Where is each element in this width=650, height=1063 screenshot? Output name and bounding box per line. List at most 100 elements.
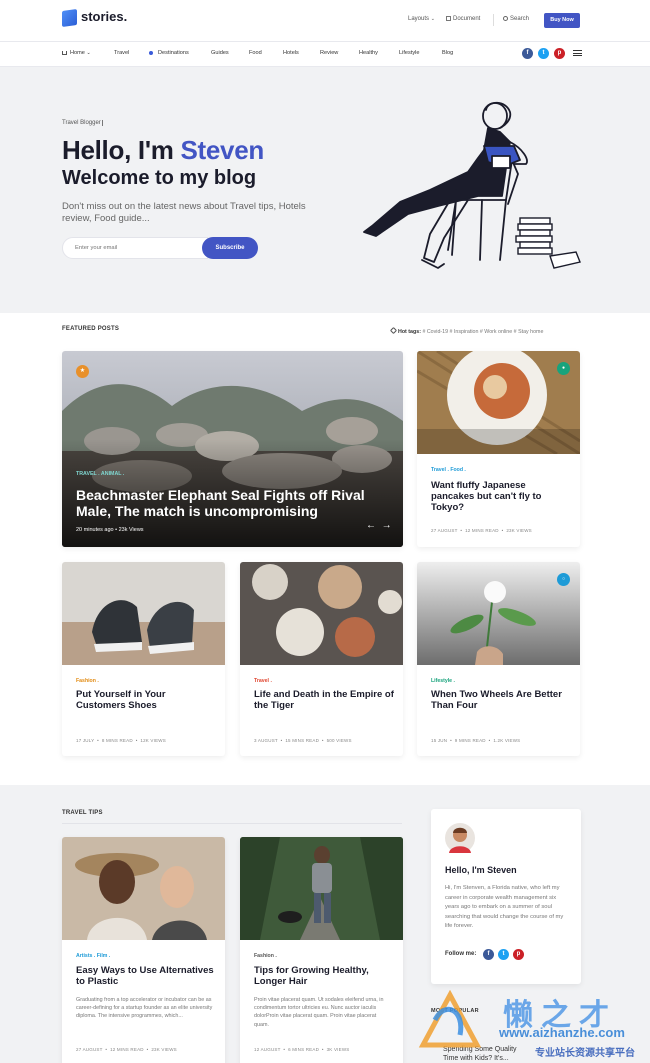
nav-destinations-label: Destinations [158, 50, 189, 56]
post-title[interactable]: Put Yourself in Your Customers Shoes [76, 689, 216, 711]
post-excerpt: Proin vitae placerat quam. Ut sodales el… [254, 997, 384, 1028]
post-card[interactable]: ○ Lifestyle . When Two Wheels Are Better… [417, 562, 580, 756]
email-input[interactable] [62, 237, 208, 259]
post-meta: 3 AUGUST • 15 MINS READ • 500 VIEWS [254, 738, 352, 743]
nav-travel[interactable]: Travel [114, 50, 129, 56]
post-excerpt: Graduating from a top accelerator or inc… [76, 997, 213, 1020]
layouts-label: Layouts [408, 16, 430, 22]
post-title[interactable]: Life and Death in the Empire of the Tige… [254, 689, 399, 711]
travel-tips-heading: TRAVEL TIPS [62, 810, 103, 816]
post-title[interactable]: Beachmaster Elephant Seal Fights off Riv… [76, 487, 386, 519]
tag-icon [389, 326, 398, 335]
text-cursor [101, 120, 103, 126]
food-table-image [240, 562, 403, 665]
post-date: 12 AUGUST [254, 1047, 281, 1052]
layouts-menu[interactable]: Layouts ⌄ [408, 16, 435, 22]
divider [62, 823, 402, 824]
post-card[interactable]: Fashion . Put Yourself in Your Customers… [62, 562, 225, 756]
post-views: 500 VIEWS [326, 738, 352, 743]
post-views: 12K VIEWS [140, 738, 166, 743]
post-views: 23k Views [118, 527, 144, 533]
subscribe-button[interactable]: Subscribe [202, 237, 258, 259]
post-read-time: 8 MINS READ [101, 738, 133, 743]
post-categories[interactable]: Fashion . [76, 678, 99, 684]
post-categories[interactable]: Travel . Food . [431, 467, 466, 473]
chevron-down-icon: ⌄ [430, 16, 435, 22]
facebook-icon[interactable]: f [522, 48, 533, 59]
brand-name[interactable]: stories. [81, 9, 127, 24]
arrow-left-icon[interactable]: ← [366, 520, 376, 531]
home-icon [62, 51, 67, 55]
post-categories[interactable]: Lifestyle . [431, 678, 455, 684]
hero-name: Steven [180, 135, 264, 165]
post-title[interactable]: Want fluffy Japanese pancakes but can't … [431, 480, 571, 513]
document-label: Document [453, 16, 481, 22]
hot-tag[interactable]: # Inspiration [450, 329, 479, 335]
twitter-icon[interactable]: t [498, 949, 509, 960]
logo-icon[interactable] [62, 8, 77, 28]
post-meta: 12 AUGUST • 6 MINS READ • 3K VIEWS [254, 1047, 350, 1052]
nav-home[interactable]: Home ⌄ [62, 50, 91, 56]
reading-woman-illustration [363, 101, 581, 269]
pancake-image [417, 351, 580, 454]
post-read-time: 12 MINS READ [110, 1047, 144, 1052]
post-date: 15 JUN [431, 738, 448, 743]
author-widget: Hello, I'm Steven Hi, I'm Stenven, a Flo… [431, 809, 581, 984]
divider [493, 14, 494, 26]
post-title[interactable]: Tips for Growing Healthy, Longer Hair [254, 965, 394, 987]
twitter-icon[interactable]: t [538, 48, 549, 59]
post-read-time: 12 MINS READ [465, 528, 499, 533]
post-read-time: 9 MINS READ [454, 738, 486, 743]
buy-now-button[interactable]: Buy Now [544, 13, 580, 28]
post-views: 23K VIEWS [506, 528, 532, 533]
search-button[interactable]: Search [503, 16, 529, 22]
post-categories[interactable]: TRAVEL . ANIMAL . [76, 471, 124, 477]
hero-tag: Travel Blogger [62, 120, 103, 126]
post-time: 20 minutes ago [76, 527, 114, 533]
post-card[interactable]: Fashion . Tips for Growing Healthy, Long… [240, 837, 403, 1063]
post-card[interactable]: Travel . Life and Death in the Empire of… [240, 562, 403, 756]
nav-lifestyle[interactable]: Lifestyle [399, 50, 420, 56]
sneakers-image [62, 562, 225, 665]
post-categories[interactable]: Artists . Film . [76, 953, 110, 959]
hot-tags: Hot tags: # Covid-19 # Inspiration # Wor… [389, 326, 544, 335]
hot-tag[interactable]: # Work online [480, 329, 512, 335]
flower-image [417, 562, 580, 665]
author-bio: Hi, I'm Stenven, a Florida native, who l… [445, 885, 564, 929]
nav-healthy[interactable]: Healthy [359, 50, 378, 56]
hiker-dog-image [240, 837, 403, 940]
pinterest-icon[interactable]: p [554, 48, 565, 59]
avatar[interactable] [445, 823, 475, 853]
document-link[interactable]: Document [446, 16, 480, 22]
post-meta: 17 JULY • 8 MINS READ • 12K VIEWS [76, 738, 166, 743]
post-views: 23K VIEWS [151, 1047, 177, 1052]
post-categories[interactable]: Travel . [254, 678, 272, 684]
nav-blog[interactable]: Blog [442, 50, 453, 56]
hero-description: Don't miss out on the latest news about … [62, 201, 306, 224]
nav-food[interactable]: Food [249, 50, 262, 56]
post-card[interactable]: ● Travel . Food . Want fluffy Japanese p… [417, 351, 580, 547]
post-title[interactable]: Easy Ways to Use Alternatives to Plastic [76, 965, 216, 987]
hot-tag[interactable]: # Covid-19 [422, 329, 448, 335]
watermark-url: www.aizhanzhe.com [499, 1025, 625, 1040]
facebook-icon[interactable]: f [483, 949, 494, 960]
couple-image [62, 837, 225, 940]
hot-tag[interactable]: # Stay home [514, 329, 544, 335]
post-categories[interactable]: Fashion . [254, 953, 277, 959]
nav-guides[interactable]: Guides [211, 50, 229, 56]
pinterest-icon[interactable]: p [513, 949, 524, 960]
arrow-right-icon[interactable]: → [382, 520, 392, 531]
post-card[interactable]: Artists . Film . Easy Ways to Use Altern… [62, 837, 225, 1063]
nav-destinations[interactable]: Destinations [149, 50, 189, 56]
nav-review[interactable]: Review [320, 50, 338, 56]
post-title[interactable]: When Two Wheels Are Better Than Four [431, 689, 571, 711]
hamburger-menu-icon[interactable] [573, 50, 582, 56]
nav-hotels[interactable]: Hotels [283, 50, 299, 56]
star-badge-icon: ★ [76, 365, 89, 378]
chevron-down-icon: ⌄ [86, 50, 91, 56]
post-read-time: 6 MINS READ [288, 1047, 320, 1052]
featured-big-card[interactable]: ★ TRAVEL . ANIMAL . Beachmaster Elephant… [62, 351, 403, 547]
search-label: Search [510, 16, 530, 22]
post-meta: 15 JUN • 9 MINS READ • 1.2K VIEWS [431, 738, 521, 743]
post-views: 3K VIEWS [326, 1047, 350, 1052]
